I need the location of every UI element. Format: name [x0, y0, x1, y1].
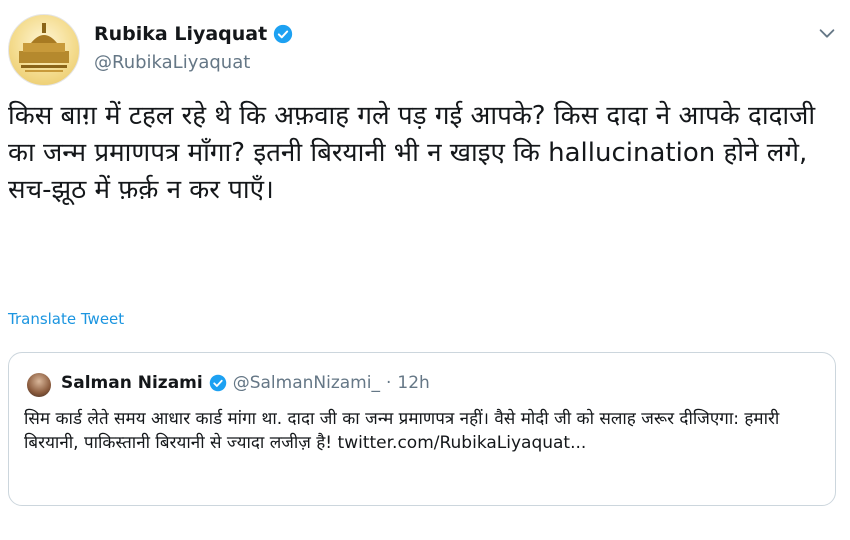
- quoted-author-handle: @SalmanNizami_: [232, 373, 380, 393]
- verified-badge-icon: [274, 24, 293, 44]
- quoted-tweet-text: सिम कार्ड लेते समय आधार कार्ड मांगा था. …: [24, 409, 780, 453]
- author-name-row: Rubika Liyaquat: [94, 22, 293, 46]
- author-info: Rubika Liyaquat @RubikaLiyaquat: [94, 22, 293, 75]
- author-display-name[interactable]: Rubika Liyaquat: [94, 22, 267, 46]
- chevron-down-icon[interactable]: [816, 22, 838, 44]
- quoted-author-name: Salman Nizami: [61, 373, 203, 393]
- quoted-author-avatar: [27, 373, 51, 397]
- tweet-text: किस बाग़ में टहल रहे थे कि अफ़वाह गले पड…: [8, 101, 816, 205]
- quoted-tweet-header: Salman Nizami @SalmanNizami_ · 12h: [61, 373, 430, 393]
- quoted-timestamp: 12h: [397, 373, 430, 393]
- verified-badge-icon: [209, 374, 226, 392]
- parliament-logo-icon: [19, 23, 69, 72]
- translate-tweet-link[interactable]: Translate Tweet: [8, 310, 124, 328]
- separator-dot: ·: [385, 373, 392, 393]
- quoted-tweet[interactable]: Salman Nizami @SalmanNizami_ · 12h सिम क…: [8, 352, 836, 506]
- author-handle[interactable]: @RubikaLiyaquat: [94, 51, 293, 75]
- author-avatar[interactable]: [8, 14, 80, 86]
